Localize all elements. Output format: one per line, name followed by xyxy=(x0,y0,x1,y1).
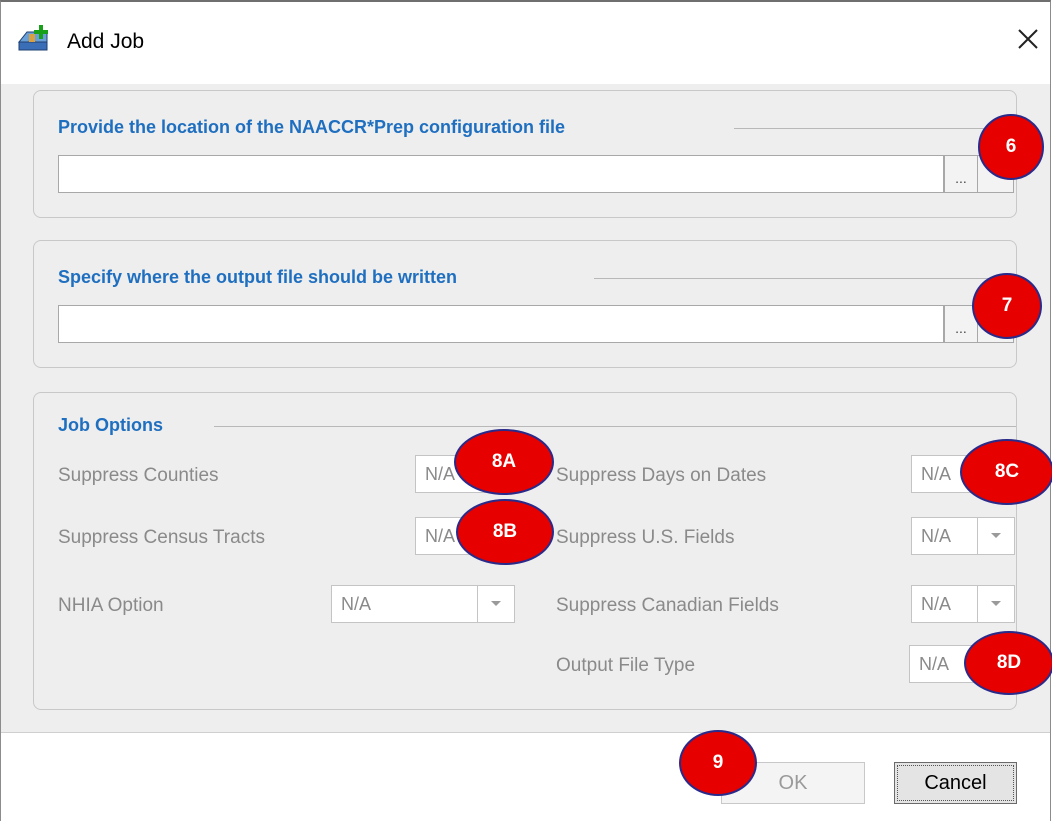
suppress-us-fields-select[interactable]: N/A xyxy=(911,517,1015,555)
annotation-badge-8c: 8C xyxy=(960,439,1052,505)
suppress-days-on-dates-label: Suppress Days on Dates xyxy=(556,465,767,486)
config-file-panel: Provide the location of the NAACCR*Prep … xyxy=(33,90,1044,218)
suppress-canadian-fields-select[interactable]: N/A xyxy=(911,585,1015,623)
annotation-badge-7: 7 xyxy=(972,273,1042,339)
title-bar: Add Job xyxy=(1,2,1050,84)
config-panel-title: Provide the location of the NAACCR*Prep … xyxy=(58,117,580,138)
suppress-census-tracts-label: Suppress Census Tracts xyxy=(58,527,265,548)
suppress-canadian-fields-value: N/A xyxy=(921,593,952,614)
suppress-us-fields-value: N/A xyxy=(921,525,952,546)
close-button[interactable] xyxy=(1011,22,1045,56)
job-options-panel: Job Options Suppress Counties N/A 8A Sup… xyxy=(33,392,1052,710)
config-file-input[interactable] xyxy=(58,155,944,193)
dialog-footer: OK Cancel 9 xyxy=(1,730,1050,821)
cancel-button[interactable]: Cancel xyxy=(894,762,1017,804)
annotation-badge-8d: 8D xyxy=(964,631,1052,695)
annotation-badge-8b: 8B xyxy=(456,499,554,565)
annotation-badge-8a: 8A xyxy=(454,429,554,495)
annotation-badge-9: 9 xyxy=(679,730,757,796)
nhia-option-select[interactable]: N/A xyxy=(331,585,515,623)
output-file-type-label: Output File Type xyxy=(556,655,696,676)
nhia-option-value: N/A xyxy=(341,593,372,614)
job-options-divider xyxy=(214,426,1016,427)
add-job-icon xyxy=(17,24,53,54)
chevron-down-icon xyxy=(977,586,1014,622)
add-job-dialog: Add Job Provide the location of the NAAC… xyxy=(0,0,1052,821)
suppress-counties-label: Suppress Counties xyxy=(58,465,219,486)
suppress-us-fields-label: Suppress U.S. Fields xyxy=(556,527,735,548)
close-icon xyxy=(1018,29,1038,49)
output-panel-divider xyxy=(594,278,992,279)
output-file-input[interactable] xyxy=(58,305,944,343)
suppress-canadian-fields-label: Suppress Canadian Fields xyxy=(556,595,779,616)
output-file-panel: Specify where the output file should be … xyxy=(33,240,1042,368)
window-title: Add Job xyxy=(67,30,145,53)
annotation-badge-6: 6 xyxy=(978,114,1044,180)
config-browse-button[interactable]: ... xyxy=(944,155,978,193)
config-panel-divider xyxy=(734,128,992,129)
chevron-down-icon xyxy=(477,586,514,622)
chevron-down-icon xyxy=(977,518,1014,554)
nhia-option-label: NHIA Option xyxy=(58,595,164,616)
job-options-title: Job Options xyxy=(58,415,177,436)
output-panel-title: Specify where the output file should be … xyxy=(58,267,472,288)
